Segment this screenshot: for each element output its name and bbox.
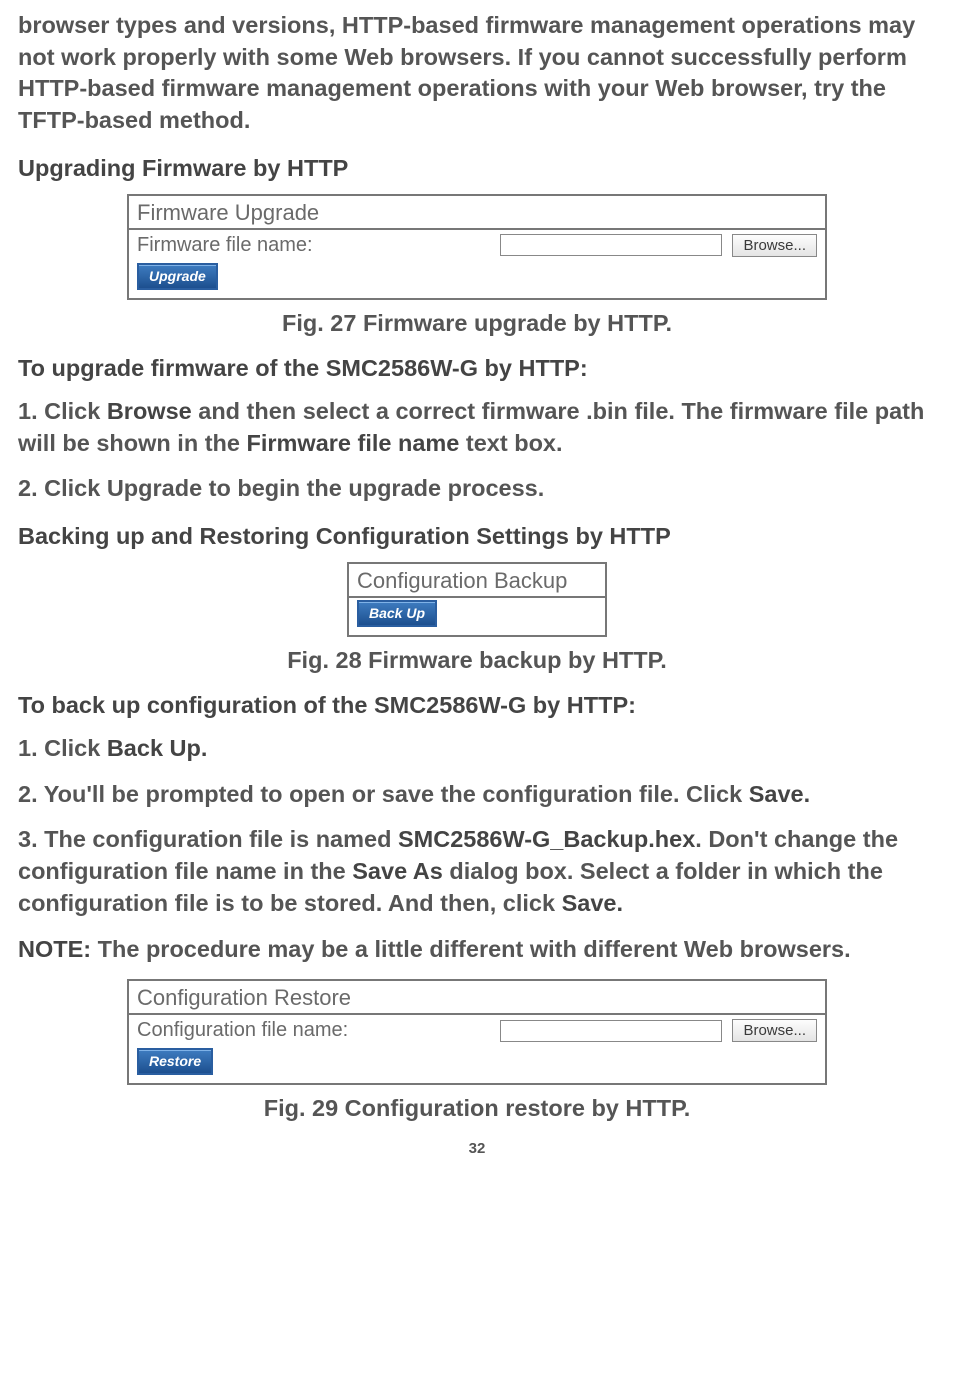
config-backup-panel: Configuration Backup Back Up — [347, 562, 607, 637]
config-file-label: Configuration file name: — [137, 1019, 348, 1042]
note-label: NOTE: — [18, 936, 91, 962]
txt: 1. Click — [18, 398, 107, 424]
fig29-caption: Fig. 29 Configuration restore by HTTP. — [18, 1095, 936, 1122]
txt: 1. Click — [18, 735, 107, 761]
firmware-upgrade-panel: Firmware Upgrade Firmware file name: Bro… — [127, 194, 827, 300]
config-restore-row: Configuration file name: Browse... — [129, 1015, 825, 1046]
page-number: 32 — [18, 1140, 936, 1157]
upgrade-step-1: 1. Click Browse and then select a correc… — [18, 396, 936, 459]
browse-button[interactable]: Browse... — [732, 234, 817, 257]
backup-row: Back Up — [349, 598, 605, 635]
upgrade-step-2: 2. Click Upgrade to begin the upgrade pr… — [18, 473, 936, 505]
config-restore-title: Configuration Restore — [129, 981, 825, 1015]
restore-row: Restore — [129, 1046, 825, 1083]
firmware-file-label: Firmware file name: — [137, 234, 313, 257]
bold-save1: Save. — [749, 781, 810, 807]
bold-browse: Browse — [107, 398, 192, 424]
config-restore-panel: Configuration Restore Configuration file… — [127, 979, 827, 1085]
heading-to-upgrade: To upgrade firmware of the SMC2586W-G by… — [18, 355, 936, 382]
bold-filename: SMC2586W-G_Backup.hex — [398, 826, 695, 852]
bold-save2: Save. — [562, 890, 623, 916]
upgrade-row: Upgrade — [129, 261, 825, 298]
txt: text box. — [459, 430, 562, 456]
fig28-caption: Fig. 28 Firmware backup by HTTP. — [18, 647, 936, 674]
fig27-caption: Fig. 27 Firmware upgrade by HTTP. — [18, 310, 936, 337]
heading-to-backup: To back up configuration of the SMC2586W… — [18, 692, 936, 719]
config-backup-title: Configuration Backup — [349, 564, 605, 598]
heading-upgrade: Upgrading Firmware by HTTP — [18, 155, 936, 182]
txt: 3. The configuration file is named — [18, 826, 398, 852]
backup-button[interactable]: Back Up — [357, 600, 437, 627]
firmware-file-input[interactable] — [500, 234, 722, 256]
restore-button[interactable]: Restore — [137, 1048, 213, 1075]
backup-step-3: 3. The configuration file is named SMC25… — [18, 824, 936, 919]
config-file-input[interactable] — [500, 1020, 722, 1042]
txt: 2. You'll be prompted to open or save th… — [18, 781, 749, 807]
note: NOTE: The procedure may be a little diff… — [18, 934, 936, 966]
document-page: browser types and versions, HTTP-based f… — [0, 0, 954, 1388]
heading-backup-restore: Backing up and Restoring Configuration S… — [18, 523, 936, 550]
firmware-upgrade-title: Firmware Upgrade — [129, 196, 825, 230]
note-text: The procedure may be a little different … — [91, 936, 851, 962]
bold-backup: Back Up. — [107, 735, 208, 761]
backup-step-1: 1. Click Back Up. — [18, 733, 936, 765]
backup-step-2: 2. You'll be prompted to open or save th… — [18, 779, 936, 811]
firmware-upgrade-row: Firmware file name: Browse... — [129, 230, 825, 261]
bold-firmware-file-name: Firmware file name — [246, 430, 459, 456]
upgrade-button[interactable]: Upgrade — [137, 263, 218, 290]
browse-button-2[interactable]: Browse... — [732, 1019, 817, 1042]
intro-paragraph: browser types and versions, HTTP-based f… — [18, 10, 936, 137]
bold-saveas: Save As — [352, 858, 443, 884]
